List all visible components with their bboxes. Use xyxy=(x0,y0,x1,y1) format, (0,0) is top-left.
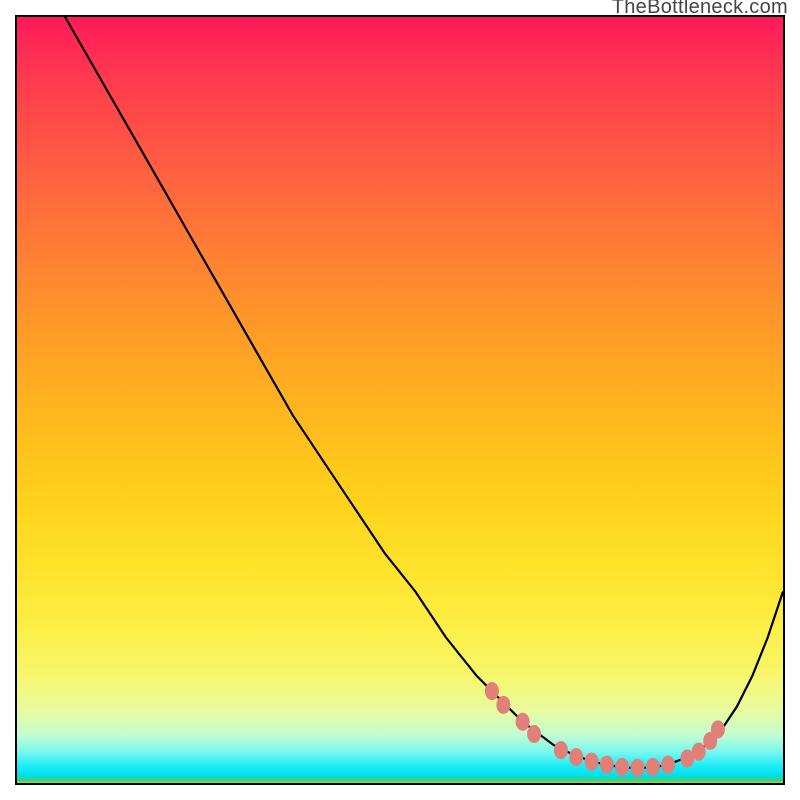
marker-point xyxy=(711,720,725,738)
marker-point xyxy=(692,743,706,761)
marker-point xyxy=(600,756,614,774)
marker-point xyxy=(527,725,541,743)
marker-point xyxy=(615,758,629,776)
plot-area xyxy=(15,15,785,785)
marker-point xyxy=(631,759,645,777)
marker-point xyxy=(496,696,510,714)
marker-point xyxy=(569,748,583,766)
highlight-markers xyxy=(485,682,725,777)
marker-point xyxy=(516,713,530,731)
chart-container: TheBottleneck.com xyxy=(0,0,800,800)
marker-point xyxy=(485,682,499,700)
chart-svg xyxy=(17,17,783,783)
marker-point xyxy=(585,753,599,771)
curve-line xyxy=(17,17,783,768)
marker-point xyxy=(661,756,675,774)
marker-point xyxy=(554,741,568,759)
marker-point xyxy=(646,758,660,776)
